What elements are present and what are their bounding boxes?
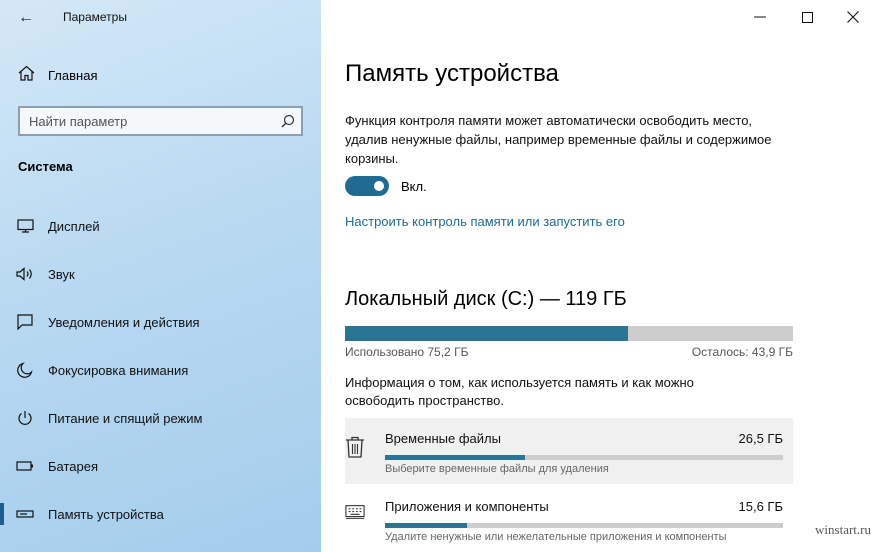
sidebar: ← Параметры Главная Система Дисплей Звук… (0, 0, 321, 552)
sidebar-item-home[interactable]: Главная (18, 64, 97, 86)
category-description: Удалите ненужные или нежелательные прило… (385, 531, 727, 543)
page-title: Память устройства (345, 60, 559, 87)
battery-icon (16, 461, 34, 471)
sidebar-item-label: Фокусировка внимания (48, 362, 189, 378)
storage-sense-toggle[interactable] (345, 176, 389, 196)
disk-title: Локальный диск (C:) — 119 ГБ (345, 288, 627, 310)
storage-info-text: Информация о том, как используется памят… (345, 375, 694, 408)
storage-icon (16, 510, 34, 518)
app-title: Параметры (63, 10, 127, 24)
toggle-knob (374, 181, 384, 191)
sidebar-section-title: Система (18, 159, 73, 174)
speaker-icon (16, 267, 34, 281)
category-temp-files[interactable]: Временные файлы 26,5 ГБ Выберите временн… (345, 418, 793, 484)
disk-free-label: Осталось: 43,9 ГБ (691, 345, 793, 359)
sidebar-item-notifications[interactable]: Уведомления и действия (0, 300, 321, 344)
sidebar-item-power[interactable]: Питание и спящий режим (0, 396, 321, 440)
category-name: Приложения и компоненты (385, 499, 549, 514)
search-icon[interactable] (275, 114, 301, 128)
home-icon (18, 65, 35, 86)
sidebar-item-label: Звук (48, 266, 75, 282)
sidebar-item-label: Батарея (48, 458, 99, 474)
category-name: Временные файлы (385, 431, 501, 446)
disk-usage-bar (345, 326, 793, 341)
toggle-state-label: Вкл. (401, 179, 427, 194)
disk-usage-fill (345, 326, 629, 341)
notification-icon (16, 314, 34, 330)
category-usage-bar (385, 455, 783, 460)
keyboard-icon (345, 504, 365, 526)
sidebar-item-label: Питание и спящий режим (48, 410, 203, 426)
configure-storage-sense-link[interactable]: Настроить контроль памяти или запустить … (345, 214, 625, 229)
sidebar-item-home-label: Главная (48, 67, 98, 83)
monitor-icon (16, 219, 34, 233)
sidebar-item-label: Уведомления и действия (48, 314, 200, 330)
back-arrow-icon[interactable]: ← (14, 6, 38, 30)
category-description: Выберите временные файлы для удаления (385, 463, 609, 475)
category-usage-fill (385, 455, 526, 460)
minimize-button[interactable] (738, 4, 782, 30)
category-usage-fill (385, 523, 468, 528)
watermark: winstart.ru (815, 522, 871, 537)
trash-icon (345, 436, 365, 458)
close-button[interactable] (831, 4, 875, 30)
category-size: 15,6 ГБ (738, 499, 783, 514)
category-usage-bar (385, 523, 783, 528)
category-size: 26,5 ГБ (738, 431, 783, 446)
storage-sense-description: Функция контроля памяти может автоматиче… (345, 113, 772, 166)
sidebar-item-label: Дисплей (48, 218, 100, 234)
sidebar-item-sound[interactable]: Звук (0, 252, 321, 296)
power-icon (16, 410, 34, 426)
sidebar-item-focus[interactable]: Фокусировка внимания (0, 348, 321, 392)
search-box[interactable] (18, 106, 303, 136)
search-input[interactable] (20, 108, 275, 134)
sidebar-item-storage[interactable]: Память устройства (0, 492, 321, 536)
sidebar-item-battery[interactable]: Батарея (0, 444, 321, 488)
category-apps[interactable]: Приложения и компоненты 15,6 ГБ Удалите … (345, 486, 793, 552)
sidebar-item-display[interactable]: Дисплей (0, 204, 321, 248)
moon-icon (16, 362, 34, 378)
maximize-button[interactable] (785, 4, 829, 30)
sidebar-item-label: Память устройства (48, 506, 164, 522)
disk-used-label: Использовано 75,2 ГБ (345, 345, 469, 359)
